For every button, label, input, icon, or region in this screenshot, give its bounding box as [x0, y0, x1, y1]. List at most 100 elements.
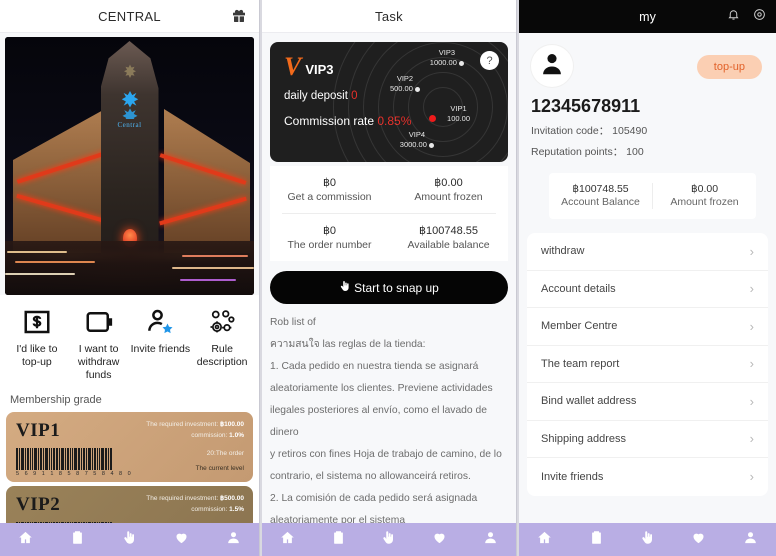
- tab-home[interactable]: [18, 530, 33, 550]
- vip-investment-value: ฿500.00: [219, 495, 244, 502]
- quick-action-topup[interactable]: I'd like to top-up: [7, 307, 67, 369]
- tab-favorites[interactable]: [174, 530, 189, 550]
- ring-name: VIP2: [396, 74, 414, 83]
- menu-item-label: Account details: [541, 282, 616, 295]
- start-snap-up-button[interactable]: Start to snap up: [270, 271, 508, 304]
- hero-banner-image[interactable]: Central: [5, 37, 254, 295]
- stat-value: ฿100748.55: [419, 225, 478, 237]
- vip-ring-label-vip1: VIP1 100.00: [429, 104, 470, 124]
- tab-grab[interactable]: [640, 530, 655, 550]
- tab-profile[interactable]: [483, 530, 498, 550]
- quick-action-label: Rule description: [196, 343, 248, 368]
- quick-action-label: I'd like to top-up: [16, 343, 58, 368]
- account-balance-label: Account Balance: [561, 196, 640, 208]
- menu-item-label: Member Centre: [541, 320, 618, 333]
- menu-item-invite-friends[interactable]: Invite friends ›: [527, 458, 768, 496]
- tab-orders[interactable]: [331, 530, 346, 550]
- stat-order-number: ฿0 The order number: [270, 214, 389, 261]
- stats-row-1: ฿0 Get a commission ฿0.00 Amount frozen: [270, 166, 508, 213]
- menu-item-label: The team report: [541, 357, 620, 370]
- tab-profile[interactable]: [226, 530, 241, 550]
- ring-name: VIP3: [438, 48, 456, 57]
- chevron-right-icon: ›: [749, 356, 754, 372]
- stats-row-2: ฿0 The order number ฿100748.55 Available…: [270, 214, 508, 261]
- tab-home[interactable]: [280, 530, 295, 550]
- tab-profile[interactable]: [743, 530, 758, 550]
- panel-task: Task ? VIP3 1000.00 VIP2 500.00 VIP1 100…: [262, 0, 517, 556]
- tab-home[interactable]: [537, 530, 552, 550]
- menu-item-team-report[interactable]: The team report ›: [527, 346, 768, 383]
- vip-investment-label: The required investment:: [146, 495, 219, 502]
- quick-action-invite[interactable]: Invite friends: [130, 307, 190, 356]
- rule-line: ilegales posteriores al envío, como el l…: [270, 405, 487, 438]
- chevron-right-icon: ›: [749, 431, 754, 447]
- vip-level-card[interactable]: ? VIP3 1000.00 VIP2 500.00 VIP1 100.00 V…: [270, 42, 508, 162]
- gift-icon[interactable]: [231, 8, 247, 24]
- stat-available-balance: ฿100748.55 Available balance: [389, 214, 508, 261]
- rules-text-block: Rob list of ความสนใจ las reglas de la ti…: [262, 304, 516, 556]
- tab-grab[interactable]: [381, 530, 396, 550]
- dollar-box-icon: [22, 307, 52, 337]
- bottom-tabbar: [519, 523, 776, 556]
- vip-commission-label: commission:: [191, 432, 228, 439]
- bottom-tabbar: [0, 523, 259, 556]
- tab-grab[interactable]: [122, 530, 137, 550]
- ring-dot: [429, 142, 434, 148]
- menu-item-account-details[interactable]: Account details ›: [527, 271, 768, 308]
- central-logo-icon: [115, 89, 145, 120]
- amount-frozen-value: ฿0.00: [690, 183, 719, 195]
- rule-line: contrario, el sistema no allowanceirá re…: [270, 471, 471, 482]
- profile-section: top-up 12345678911 Invitation code： 1054…: [519, 33, 776, 167]
- menu-item-bind-wallet-address[interactable]: Bind wallet address ›: [527, 383, 768, 421]
- stat-frozen: ฿0.00 Amount frozen: [389, 166, 508, 213]
- vip-card[interactable]: VIP1 5 6 9 1 1 8 5 8 7 5 8 4 8 0 The req…: [6, 412, 253, 482]
- menu-item-withdraw[interactable]: withdraw ›: [527, 233, 768, 271]
- tab-orders[interactable]: [589, 530, 604, 550]
- tab-favorites[interactable]: [432, 530, 447, 550]
- rule-line: ความสนใจ las reglas de la tienda:: [270, 339, 426, 350]
- menu-item-member-centre[interactable]: Member Centre ›: [527, 308, 768, 346]
- rule-line: Rob list of: [270, 317, 316, 328]
- topup-button[interactable]: top-up: [696, 55, 762, 79]
- panel-home: CENTRAL Central I'd like to top-up I wan…: [0, 0, 260, 556]
- ring-dot-active: [429, 115, 437, 122]
- v-logo-icon: V: [284, 52, 302, 81]
- vip-level-name: VIP3: [305, 62, 334, 77]
- tab-favorites[interactable]: [691, 530, 706, 550]
- stat-commission: ฿0 Get a commission: [270, 166, 389, 213]
- royal-crest-icon: [121, 63, 139, 79]
- menu-item-label: Invite friends: [541, 470, 604, 483]
- tab-orders[interactable]: [70, 530, 85, 550]
- page-title: Task: [375, 8, 403, 24]
- bottom-tabbar: [262, 523, 516, 556]
- vip-current-level: The current level: [195, 465, 244, 472]
- ring-name: VIP1: [450, 104, 467, 113]
- user-avatar-icon: [539, 51, 565, 82]
- avatar[interactable]: [531, 45, 573, 87]
- rule-line: y retiros con fines Hoja de trabajo de c…: [270, 449, 502, 460]
- ring-dot: [459, 60, 464, 66]
- person-star-icon: [145, 307, 175, 337]
- central-brand-text: Central: [117, 121, 142, 129]
- help-icon[interactable]: ?: [480, 51, 499, 70]
- menu-item-shipping-address[interactable]: Shipping address ›: [527, 421, 768, 458]
- stat-label: Available balance: [407, 239, 490, 251]
- menu-item-label: withdraw: [541, 245, 585, 258]
- stat-value: ฿0: [322, 225, 337, 237]
- quick-action-withdraw[interactable]: I want to withdraw funds: [69, 307, 129, 382]
- hand-tap-icon: [339, 280, 351, 295]
- rule-line: aleatoriamente los clientes. Previene ac…: [270, 383, 493, 394]
- bell-icon[interactable]: [727, 8, 740, 26]
- three-phone-screens: CENTRAL Central I'd like to top-up I wan…: [0, 0, 776, 556]
- page-title: CENTRAL: [98, 8, 161, 24]
- gears-group-icon: [207, 307, 237, 337]
- header-icons: [727, 8, 766, 26]
- vip-ring-label-vip4: VIP4 3000.00: [400, 130, 434, 150]
- chevron-right-icon: ›: [749, 318, 754, 334]
- gear-circle-icon[interactable]: [753, 8, 766, 26]
- quick-action-rules[interactable]: Rule description: [192, 307, 252, 369]
- ring-dot: [415, 86, 420, 92]
- stat-value: ฿0.00: [434, 177, 463, 189]
- account-balance-cell: ฿100748.55 Account Balance: [549, 183, 653, 209]
- task-body: ? VIP3 1000.00 VIP2 500.00 VIP1 100.00 V…: [262, 33, 516, 261]
